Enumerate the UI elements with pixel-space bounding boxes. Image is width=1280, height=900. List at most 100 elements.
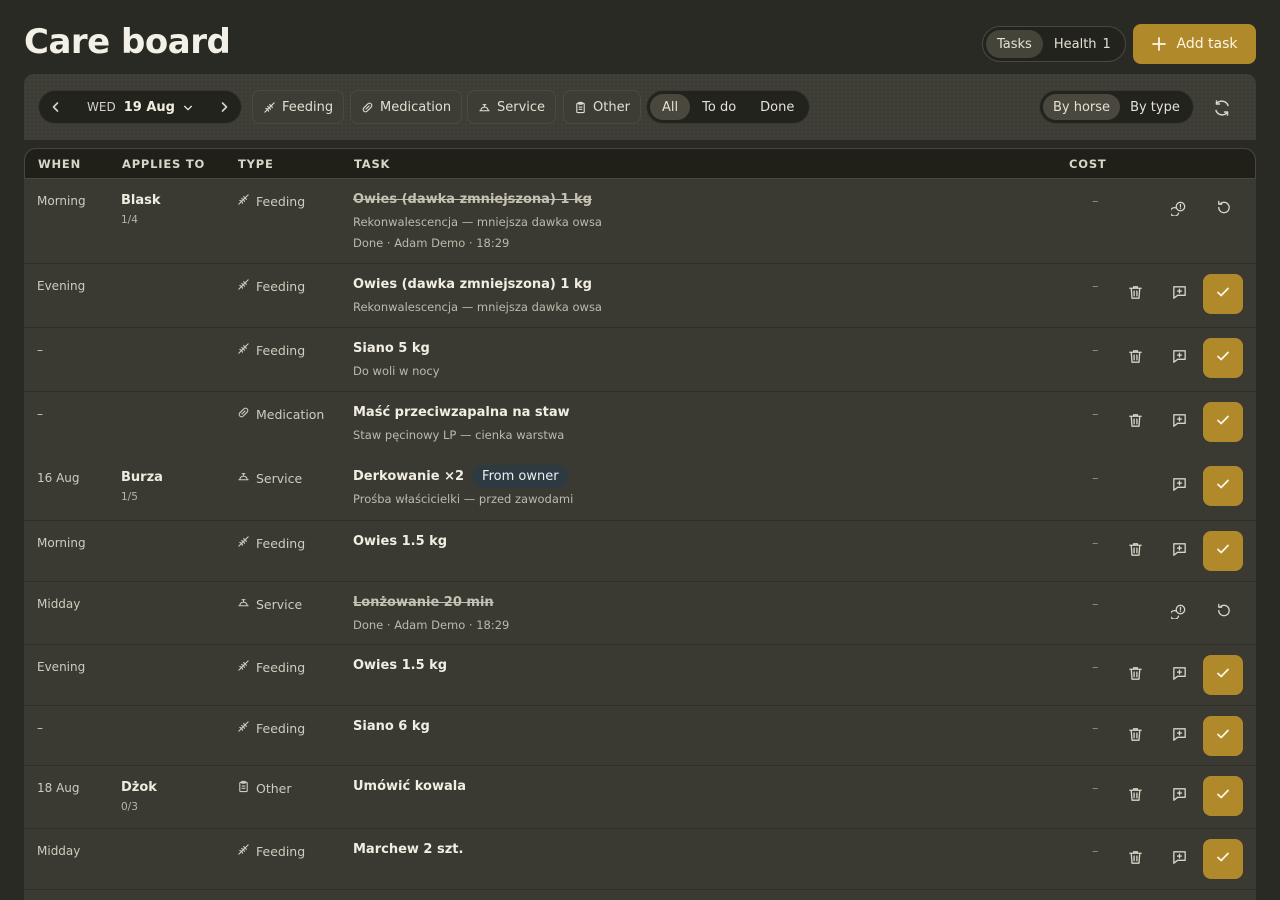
chevron-right-icon <box>221 102 228 112</box>
row-cost: – <box>1092 597 1099 612</box>
row-cost: – <box>1092 536 1099 551</box>
mark-done-button[interactable] <box>1203 274 1243 314</box>
group-by-horse[interactable]: By horse <box>1043 94 1121 120</box>
add-note-button[interactable] <box>1159 776 1199 816</box>
row-type-label: Feeding <box>256 278 306 294</box>
tab-tasks[interactable]: Tasks <box>986 30 1043 58</box>
delete-button[interactable] <box>1115 839 1155 879</box>
column-applies-to[interactable]: APPLIES TO <box>122 157 205 171</box>
row-cost: – <box>1092 471 1099 486</box>
delete-button[interactable] <box>1115 338 1155 378</box>
table-row: – Feeding Siano 6 kg – <box>24 706 1256 766</box>
add-note-icon <box>1171 348 1188 369</box>
chevron-down-icon <box>183 105 192 110</box>
add-task-label: Add task <box>1176 36 1238 52</box>
status-all[interactable]: All <box>650 94 691 120</box>
filter-other[interactable]: Other <box>563 90 641 124</box>
row-cost: – <box>1092 660 1099 675</box>
mark-done-button[interactable] <box>1203 466 1243 506</box>
mark-done-button[interactable] <box>1203 531 1243 571</box>
table-header: WHEN APPLIES TO TYPE TASK COST <box>24 148 1256 179</box>
add-note-icon <box>1171 541 1188 562</box>
row-when: Evening <box>37 279 86 293</box>
filter-feeding[interactable]: Feeding <box>252 90 345 124</box>
grouping-switch: By horse By type <box>1039 90 1194 124</box>
filter-service[interactable]: Service <box>467 90 557 124</box>
row-when: 16 Aug <box>37 471 80 485</box>
task-title: Siano 6 kg <box>353 719 430 734</box>
delete-button[interactable] <box>1115 402 1155 442</box>
add-note-button[interactable] <box>1159 338 1199 378</box>
delete-button[interactable] <box>1115 531 1155 571</box>
task-subtitle: Prośba właścicielki — przed zawodami <box>353 492 574 506</box>
add-note-icon <box>1171 476 1188 497</box>
history-button[interactable] <box>1159 189 1199 229</box>
delete-button[interactable] <box>1115 655 1155 695</box>
next-day-button[interactable] <box>207 90 241 124</box>
history-button[interactable] <box>1159 592 1199 632</box>
row-type: Feeding <box>237 278 305 294</box>
refresh-button[interactable] <box>1208 94 1236 122</box>
horse-name[interactable]: Blask <box>121 193 161 208</box>
clipboard-icon <box>576 101 585 113</box>
add-task-button[interactable]: Add task <box>1133 24 1256 64</box>
history-icon <box>1169 602 1188 623</box>
status-todo[interactable]: To do <box>690 94 748 120</box>
undo-button[interactable] <box>1203 592 1243 632</box>
date-select[interactable]: WED 19 Aug <box>73 98 207 117</box>
row-type: Service <box>237 596 302 612</box>
horse-name[interactable]: Dżok <box>121 780 157 795</box>
check-icon <box>1215 665 1231 685</box>
add-note-button[interactable] <box>1159 274 1199 314</box>
filter-medication[interactable]: Medication <box>350 90 463 124</box>
filter-label: Other <box>593 99 630 115</box>
delete-button[interactable] <box>1115 274 1155 314</box>
task-subtitle: Do woli w nocy <box>353 364 440 378</box>
add-note-button[interactable] <box>1159 531 1199 571</box>
row-cost: – <box>1092 194 1099 209</box>
row-type-label: Feeding <box>256 535 306 551</box>
status-label: All <box>662 99 679 115</box>
row-type: Feeding <box>237 659 305 675</box>
feeding-icon <box>264 101 275 113</box>
mark-done-button[interactable] <box>1203 338 1243 378</box>
add-note-button[interactable] <box>1159 466 1199 506</box>
delete-button[interactable] <box>1115 776 1155 816</box>
delete-button[interactable] <box>1115 716 1155 756</box>
undo-button[interactable] <box>1203 189 1243 229</box>
column-cost[interactable]: COST <box>1069 157 1107 171</box>
table-row: Evening Feeding Owies 1.5 kg – <box>24 645 1256 706</box>
horse-task-count: 1/5 <box>121 491 138 503</box>
group-by-type[interactable]: By type <box>1120 94 1190 120</box>
date-day: 19 Aug <box>123 99 175 115</box>
prev-day-button[interactable] <box>39 90 73 124</box>
add-note-button[interactable] <box>1159 402 1199 442</box>
column-when[interactable]: WHEN <box>38 157 81 171</box>
feeding-icon <box>237 278 250 294</box>
feeding-icon <box>237 342 250 358</box>
filter-bar: WED 19 Aug Feeding Medication Service Ot… <box>24 74 1256 140</box>
date-picker: WED 19 Aug <box>38 90 242 124</box>
row-when: – <box>37 343 43 357</box>
add-note-button[interactable] <box>1159 716 1199 756</box>
task-title-text: Derkowanie ×2 <box>353 469 465 484</box>
mark-done-button[interactable] <box>1203 776 1243 816</box>
from-owner-badge: From owner <box>472 465 569 488</box>
horse-name[interactable]: Burza <box>121 470 163 485</box>
mark-done-button[interactable] <box>1203 839 1243 879</box>
mark-done-button[interactable] <box>1203 655 1243 695</box>
clipboard-icon <box>237 780 250 796</box>
trash-icon <box>1127 726 1144 747</box>
mark-done-button[interactable] <box>1203 402 1243 442</box>
mark-done-button[interactable] <box>1203 716 1243 756</box>
add-note-button[interactable] <box>1159 655 1199 695</box>
column-type[interactable]: TYPE <box>238 157 274 171</box>
task-title-text: Siano 5 kg <box>353 341 430 356</box>
status-done[interactable]: Done <box>748 94 806 120</box>
add-note-button[interactable] <box>1159 839 1199 879</box>
row-cost: – <box>1092 407 1099 422</box>
row-when: – <box>37 721 43 735</box>
status-filter: All To do Done <box>646 90 811 124</box>
tab-health[interactable]: Health 1 <box>1043 30 1122 58</box>
column-task[interactable]: TASK <box>354 157 390 171</box>
